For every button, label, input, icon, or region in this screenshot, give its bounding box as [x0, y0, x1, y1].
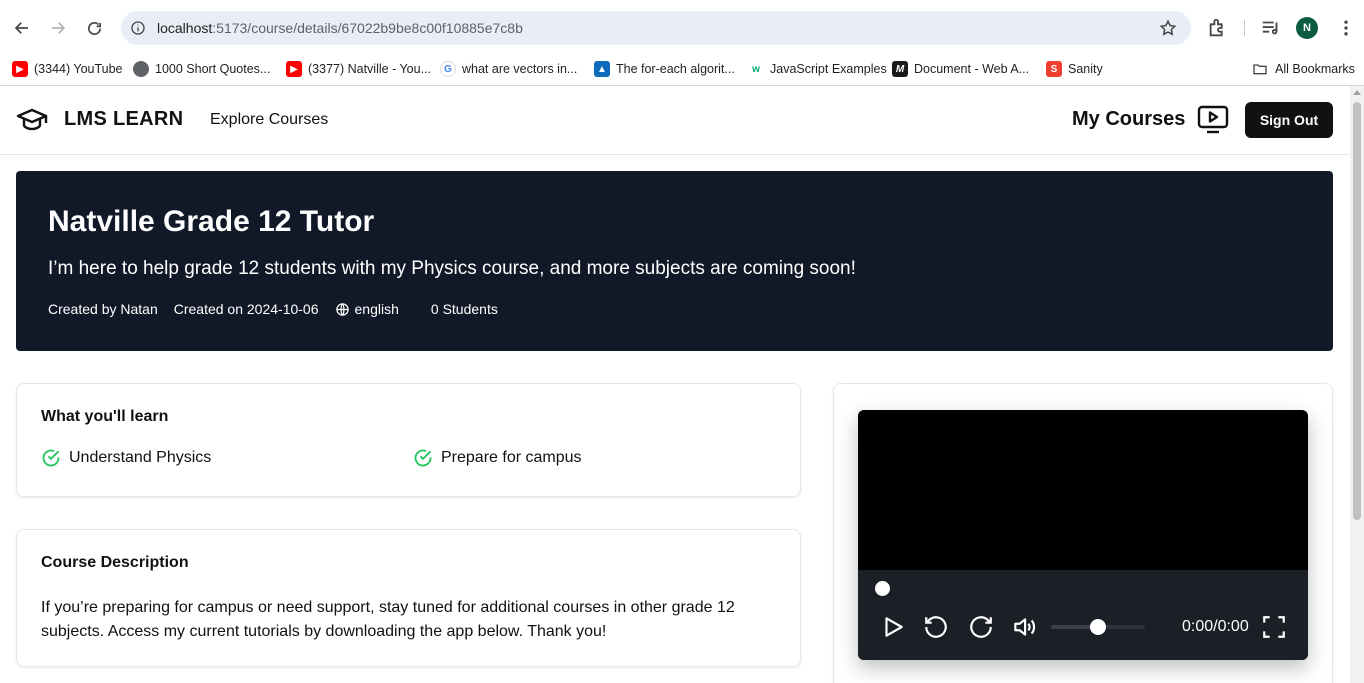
description-text: If you’re preparing for campus or need s… — [41, 599, 735, 640]
url-host: localhost — [157, 20, 213, 36]
extensions-icon[interactable] — [1207, 17, 1229, 39]
description-title: Course Description — [41, 554, 189, 571]
learn-item: Prepare for campus — [413, 448, 582, 468]
learn-title: What you'll learn — [41, 408, 169, 425]
azure-icon: ▲ — [594, 61, 610, 77]
check-circle-icon — [42, 449, 60, 467]
all-bookmarks[interactable]: All Bookmarks — [1252, 58, 1355, 80]
reload-icon — [87, 21, 101, 35]
time-display: 0:00/0:00 — [1182, 618, 1249, 635]
profile-avatar[interactable]: N — [1296, 17, 1318, 39]
arrow-left-icon — [14, 22, 28, 34]
media-control-icon[interactable] — [1260, 17, 1282, 39]
url-text: localhost:5173/course/details/67022b9be8… — [157, 20, 523, 36]
bookmark-item[interactable]: ▶ (3344) YouTube — [12, 58, 123, 80]
forward-icon[interactable] — [968, 614, 994, 640]
my-courses-link[interactable]: My Courses — [1072, 108, 1185, 131]
what-youll-learn-card: What you'll learn Understand Physics Pre… — [16, 383, 801, 497]
course-hero: Natville Grade 12 Tutor I’m here to help… — [16, 171, 1333, 351]
volume-slider-knob[interactable] — [1090, 619, 1106, 635]
url-path: :5173/course/details/67022b9be8c00f10885… — [212, 20, 523, 36]
player-controls: 0:00/0:00 — [858, 570, 1308, 660]
bookmark-label: (3377) Natville - You... — [308, 62, 431, 76]
fullscreen-icon[interactable] — [1261, 614, 1287, 640]
all-bookmarks-label: All Bookmarks — [1275, 62, 1355, 76]
bookmark-label: (3344) YouTube — [34, 62, 123, 76]
video-card: 0:00/0:00 — [833, 383, 1333, 683]
scroll-up-icon[interactable] — [1353, 90, 1361, 95]
bookmark-item[interactable]: w JavaScript Examples — [748, 58, 887, 80]
learn-item-label: Prepare for campus — [441, 449, 582, 466]
course-meta: Created by Natan Created on 2024-10-06 e… — [48, 301, 514, 317]
toolbar-divider — [1244, 20, 1245, 36]
bookmark-label: Sanity — [1068, 62, 1103, 76]
sanity-icon: S — [1046, 61, 1062, 77]
bookmark-item[interactable]: M Document - Web A... — [892, 58, 1029, 80]
progress-slider[interactable] — [875, 581, 890, 596]
browser-toolbar: localhost:5173/course/details/67022b9be8… — [0, 0, 1364, 54]
bookmark-item[interactable]: ▲ The for-each algorit... — [594, 58, 735, 80]
sign-out-button[interactable]: Sign Out — [1245, 102, 1333, 138]
bookmark-item[interactable]: S Sanity — [1046, 58, 1103, 80]
learn-item-label: Understand Physics — [69, 449, 212, 466]
learn-item: Understand Physics — [41, 448, 211, 468]
globe-icon — [335, 302, 349, 316]
forward-button[interactable] — [44, 14, 72, 42]
tv-play-icon[interactable] — [1197, 105, 1229, 135]
course-language: english — [335, 301, 415, 317]
language-label: english — [354, 301, 399, 317]
bookmarks-bar: ▶ (3344) YouTube 1000 Short Quotes... ▶ (3… — [0, 54, 1364, 86]
page-scrollbar[interactable] — [1350, 86, 1364, 683]
arrow-right-icon — [52, 22, 66, 34]
w3schools-icon: w — [748, 61, 764, 77]
page-content: LMS LEARN Explore Courses My Courses Sig… — [0, 86, 1350, 683]
bookmark-label: Document - Web A... — [914, 62, 1030, 76]
reload-button[interactable] — [80, 14, 108, 42]
bookmark-label: what are vectors in... — [462, 62, 578, 76]
video-player[interactable]: 0:00/0:00 — [858, 410, 1308, 660]
check-circle-icon — [414, 449, 432, 467]
kebab-menu-icon[interactable] — [1336, 18, 1356, 38]
created-on: Created on 2024-10-06 — [173, 301, 319, 317]
mdn-icon: M — [892, 61, 908, 77]
bookmark-item[interactable]: Gwhat are vectors in... — [440, 58, 577, 80]
globe-icon — [133, 61, 149, 77]
site-header: LMS LEARN Explore Courses My Courses Sig… — [0, 86, 1350, 155]
created-by: Created by Natan — [48, 301, 158, 317]
course-description-card: Course Description If you’re preparing f… — [16, 529, 801, 667]
course-title: Natville Grade 12 Tutor — [48, 205, 375, 238]
folder-icon — [1253, 64, 1267, 75]
volume-icon[interactable] — [1011, 614, 1037, 640]
bookmark-label: The for-each algorit... — [616, 62, 735, 76]
address-bar[interactable]: localhost:5173/course/details/67022b9be8… — [121, 11, 1191, 45]
site-info-icon[interactable] — [130, 20, 146, 36]
play-icon[interactable] — [880, 614, 906, 640]
bookmark-item[interactable]: 1000 Short Quotes... — [133, 58, 270, 80]
student-count: 0 Students — [430, 301, 498, 317]
scrollbar-thumb[interactable] — [1353, 102, 1361, 520]
back-button[interactable] — [8, 14, 36, 42]
bookmark-label: 1000 Short Quotes... — [155, 62, 271, 76]
site-logo[interactable]: LMS LEARN — [64, 108, 183, 131]
bookmark-label: JavaScript Examples — [770, 62, 887, 76]
rewind-icon[interactable] — [923, 614, 949, 640]
explore-courses-link[interactable]: Explore Courses — [210, 111, 328, 129]
google-icon: G — [440, 61, 456, 77]
bookmark-item[interactable]: ▶ (3377) Natville - You... — [286, 58, 431, 80]
youtube-icon: ▶ — [286, 61, 302, 77]
course-subtitle: I’m here to help grade 12 students with … — [48, 258, 856, 279]
youtube-icon: ▶ — [12, 61, 28, 77]
bookmark-star-icon[interactable] — [1159, 19, 1177, 37]
graduation-cap-icon[interactable] — [16, 106, 48, 134]
